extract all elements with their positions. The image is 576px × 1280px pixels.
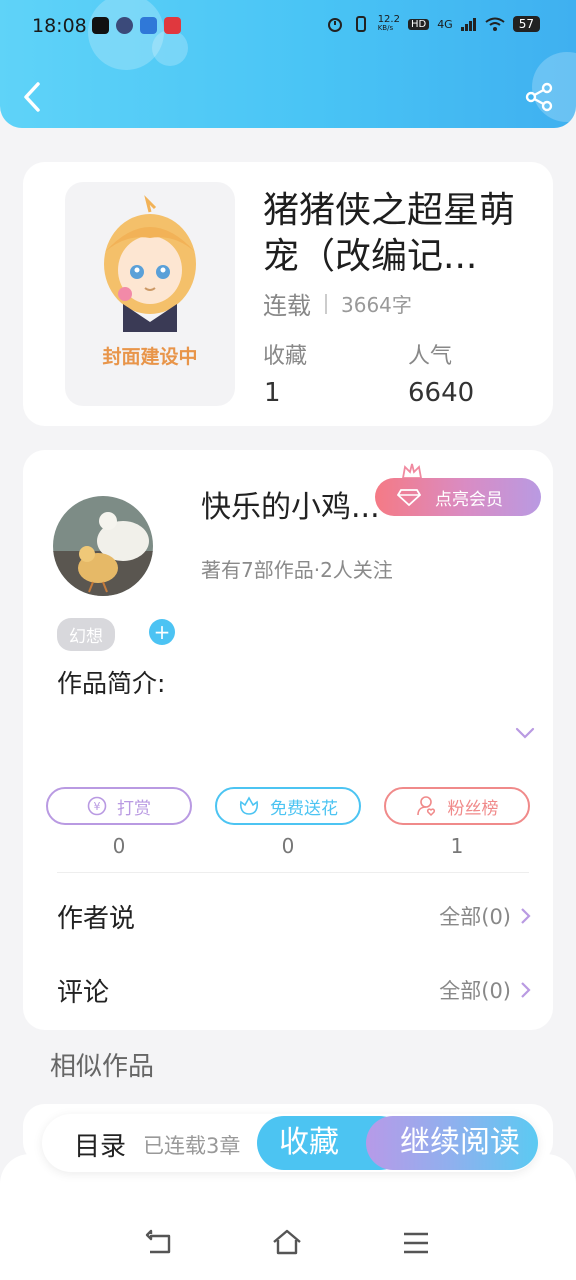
meta-divider <box>325 293 327 314</box>
signal-icon <box>460 18 476 31</box>
book-title: 猪猪侠之超星萌宠（改编记... <box>263 190 516 277</box>
fan-ranking-button[interactable]: 粉丝榜 <box>384 787 530 825</box>
tiktok-icon <box>92 17 109 34</box>
hd-badge: HD <box>407 18 430 30</box>
app-notification-icon <box>164 17 181 34</box>
favorites-label: 收藏 <box>263 344 308 369</box>
fan-user-icon <box>416 796 435 817</box>
yuan-coin-icon: ¥ <box>87 796 107 816</box>
vip-label: 点亮会员 <box>435 489 503 510</box>
comments-link: 全部(0) <box>439 975 531 1005</box>
comments-row[interactable]: 评论 全部(0) <box>57 970 531 1010</box>
nav-back-icon[interactable] <box>145 1228 175 1258</box>
wifi-icon <box>485 17 505 31</box>
app-notification-icon <box>140 17 157 34</box>
app-notification-icon <box>116 17 133 34</box>
genre-tag[interactable]: 幻想 <box>57 618 115 651</box>
comments-all: 全部(0) <box>439 979 511 1003</box>
book-word-count: 3664字 <box>341 293 412 317</box>
svg-text:¥: ¥ <box>94 800 101 813</box>
author-stats: 著有7部作品·2人关注 <box>201 558 393 582</box>
net-speed: 12.2 KB/s <box>377 14 400 33</box>
back-button[interactable] <box>20 80 44 114</box>
author-card: 快乐的小鸡... 点亮会员 著有7部作品·2人关注 幻想 + 作品简介: ¥ 打… <box>23 450 553 1030</box>
bottom-action-bar: 目录 已连载3章 收藏 继续阅读 <box>42 1114 538 1172</box>
status-bar: 18:08 12.2 KB/s HD 4G 57 <box>0 0 576 52</box>
comments-title: 评论 <box>57 977 110 1008</box>
nav-menu-icon[interactable] <box>401 1228 431 1258</box>
book-status: 连载 <box>263 292 311 320</box>
similar-works-heading: 相似作品 <box>50 1052 155 1082</box>
author-name[interactable]: 快乐的小鸡... <box>201 482 381 526</box>
header: 18:08 12.2 KB/s HD 4G 57 <box>0 0 576 128</box>
chevron-right-icon <box>521 908 531 924</box>
diamond-icon <box>397 489 421 506</box>
alarm-icon <box>327 18 342 32</box>
chapters-count: 已连载3章 <box>143 1134 241 1158</box>
flower-count: 0 <box>281 834 295 858</box>
fan-ranking-label: 粉丝榜 <box>447 798 499 819</box>
battery-icon: 57 <box>512 16 540 32</box>
cover-illustration <box>104 195 196 332</box>
popularity-label: 人气 <box>408 344 453 369</box>
signal-4g: 4G <box>437 17 453 31</box>
share-icon[interactable] <box>524 82 554 112</box>
author-says-all: 全部(0) <box>439 905 511 929</box>
light-up-vip-button[interactable]: 点亮会员 <box>375 478 541 516</box>
author-says-row[interactable]: 作者说 全部(0) <box>57 896 531 936</box>
favorites-value: 1 <box>264 378 281 408</box>
book-meta: 连载 3664字 <box>263 286 412 321</box>
tip-label: 打赏 <box>117 798 151 819</box>
continue-reading-button[interactable]: 继续阅读 <box>366 1116 538 1170</box>
toc-button[interactable]: 目录 <box>74 1126 126 1163</box>
avatar-image <box>53 496 153 596</box>
chevron-right-icon <box>521 982 531 998</box>
nav-home-icon[interactable] <box>272 1228 302 1258</box>
popularity-value: 6640 <box>408 378 475 408</box>
divider <box>57 872 529 873</box>
flower-icon <box>239 796 259 815</box>
chevron-down-icon[interactable] <box>515 726 535 740</box>
status-right: 12.2 KB/s HD 4G 57 <box>326 15 540 33</box>
tip-count: 0 <box>112 834 126 858</box>
status-time: 18:08 <box>32 15 87 37</box>
intro-label: 作品简介: <box>57 669 166 698</box>
author-says-title: 作者说 <box>57 903 136 934</box>
book-cover[interactable]: 封面建设中 <box>65 182 235 406</box>
free-flower-button[interactable]: 免费送花 <box>215 787 361 825</box>
cover-label: 封面建设中 <box>102 346 198 368</box>
system-nav-bar <box>0 1154 576 1280</box>
author-avatar[interactable] <box>53 496 153 596</box>
author-says-link: 全部(0) <box>439 901 531 931</box>
book-info-card: 封面建设中 猪猪侠之超星萌宠（改编记... 连载 3664字 收藏 1 人气 6… <box>23 162 553 426</box>
free-flower-label: 免费送花 <box>270 798 338 819</box>
fan-count: 1 <box>450 834 464 858</box>
add-tag-button[interactable]: + <box>149 619 175 645</box>
tip-button[interactable]: ¥ 打赏 <box>46 787 192 825</box>
vibrate-icon <box>355 16 366 32</box>
